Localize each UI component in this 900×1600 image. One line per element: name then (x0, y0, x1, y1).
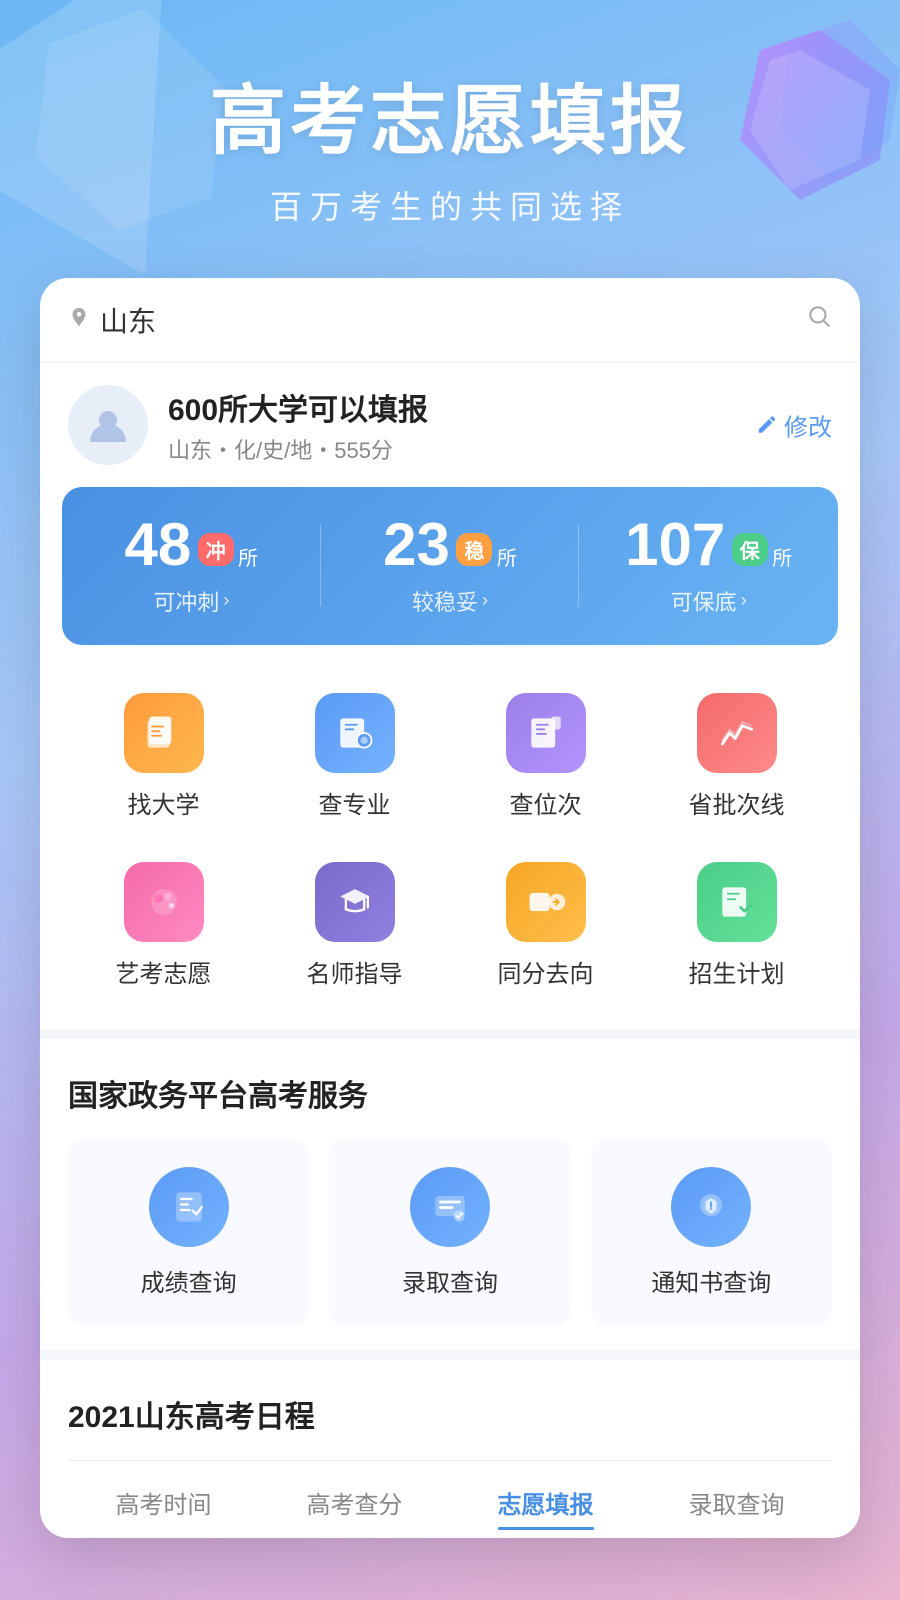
sub-title: 百万考生的共同选择 (0, 182, 900, 228)
find-university-icon (124, 693, 204, 773)
avatar (68, 385, 148, 465)
stable-unit: 所 (497, 542, 517, 571)
score-query-label: 成绩查询 (141, 1263, 237, 1298)
grid-menu: 找大学 查专业 (40, 667, 860, 1025)
score-item-stable[interactable]: 23 稳 所 较稳妥 › (321, 515, 580, 617)
header: 高考志愿填报 百万考生的共同选择 (0, 0, 900, 228)
find-university-label: 找大学 (128, 785, 200, 820)
find-major-icon (315, 693, 395, 773)
main-card: 山东 600所大学可以填报 山东・化/史/地・555分 修改 (40, 278, 860, 1538)
score-item-rush[interactable]: 48 冲 所 可冲刺 › (62, 515, 321, 617)
batch-line-icon (697, 693, 777, 773)
user-details: 600所大学可以填报 山东・化/史/地・555分 (168, 385, 832, 465)
gov-card-admission[interactable]: 录取查询 (329, 1139, 570, 1326)
gov-section: 国家政务平台高考服务 成绩查询 (40, 1043, 860, 1346)
edit-label: 修改 (784, 407, 832, 442)
stable-label: 较稳妥 › (321, 585, 580, 617)
stable-number: 23 (383, 515, 450, 575)
user-info: 600所大学可以填报 山东・化/史/地・555分 修改 (40, 363, 860, 487)
menu-enrollment-plan[interactable]: 招生计划 (657, 846, 817, 1005)
section-divider-2 (40, 1350, 860, 1360)
enrollment-plan-icon (697, 862, 777, 942)
location-area[interactable]: 山东 (68, 300, 156, 340)
edit-button[interactable]: 修改 (756, 407, 832, 442)
schedule-tabs: 高考时间 高考查分 志愿填报 录取查询 (68, 1460, 832, 1528)
notice-query-icon (671, 1167, 751, 1247)
score-banner: 48 冲 所 可冲刺 › 23 稳 所 较稳妥 › 107 保 (62, 487, 838, 645)
batch-line-label: 省批次线 (689, 785, 785, 820)
stable-badge: 稳 (456, 533, 492, 566)
check-rank-icon (506, 693, 586, 773)
gov-card-notice[interactable]: 通知书查询 (591, 1139, 832, 1326)
menu-teacher-guide[interactable]: 名师指导 (275, 846, 435, 1005)
teacher-guide-icon (315, 862, 395, 942)
main-title: 高考志愿填报 (0, 80, 900, 164)
gov-section-title: 国家政务平台高考服务 (68, 1071, 832, 1115)
rush-label: 可冲刺 › (62, 585, 321, 617)
score-query-icon (149, 1167, 229, 1247)
safe-unit: 所 (772, 542, 792, 571)
teacher-guide-label: 名师指导 (307, 954, 403, 989)
user-meta: 山东・化/史/地・555分 (168, 433, 832, 465)
art-exam-icon (124, 862, 204, 942)
notice-query-label: 通知书查询 (651, 1263, 771, 1298)
search-icon[interactable] (806, 303, 832, 336)
search-bar: 山东 (40, 278, 860, 363)
location-text: 山东 (100, 300, 156, 340)
rush-badge: 冲 (198, 533, 234, 566)
menu-check-rank[interactable]: 查位次 (466, 677, 626, 836)
same-score-label: 同分去向 (498, 954, 594, 989)
check-rank-label: 查位次 (510, 785, 582, 820)
same-score-icon (506, 862, 586, 942)
menu-same-score[interactable]: 同分去向 (466, 846, 626, 1005)
rush-unit: 所 (238, 542, 258, 571)
rush-number: 48 (125, 515, 192, 575)
tab-exam-time[interactable]: 高考时间 (116, 1477, 212, 1528)
admission-query-label: 录取查询 (402, 1263, 498, 1298)
tab-volunteer-fill[interactable]: 志愿填报 (498, 1477, 594, 1528)
grid-row-2: 艺考志愿 名师指导 (68, 846, 832, 1005)
schedule-title: 2021山东高考日程 (68, 1392, 832, 1436)
menu-find-major[interactable]: 查专业 (275, 677, 435, 836)
tab-admission-check[interactable]: 录取查询 (689, 1477, 785, 1528)
art-exam-label: 艺考志愿 (116, 954, 212, 989)
location-icon (68, 306, 90, 334)
score-item-safe[interactable]: 107 保 所 可保底 › (579, 515, 838, 617)
safe-number: 107 (625, 515, 725, 575)
universities-count: 600所大学可以填报 (168, 385, 832, 429)
schedule-section: 2021山东高考日程 高考时间 高考查分 志愿填报 录取查询 (40, 1364, 860, 1538)
gov-cards-grid: 成绩查询 录取查询 (68, 1139, 832, 1326)
admission-query-icon (410, 1167, 490, 1247)
enrollment-plan-label: 招生计划 (689, 954, 785, 989)
menu-find-university[interactable]: 找大学 (84, 677, 244, 836)
menu-batch-line[interactable]: 省批次线 (657, 677, 817, 836)
safe-badge: 保 (732, 533, 768, 566)
tab-score-check[interactable]: 高考查分 (307, 1477, 403, 1528)
find-major-label: 查专业 (319, 785, 391, 820)
grid-row-1: 找大学 查专业 (68, 677, 832, 836)
menu-art-exam[interactable]: 艺考志愿 (84, 846, 244, 1005)
section-divider-1 (40, 1029, 860, 1039)
gov-card-score[interactable]: 成绩查询 (68, 1139, 309, 1326)
safe-label: 可保底 › (579, 585, 838, 617)
